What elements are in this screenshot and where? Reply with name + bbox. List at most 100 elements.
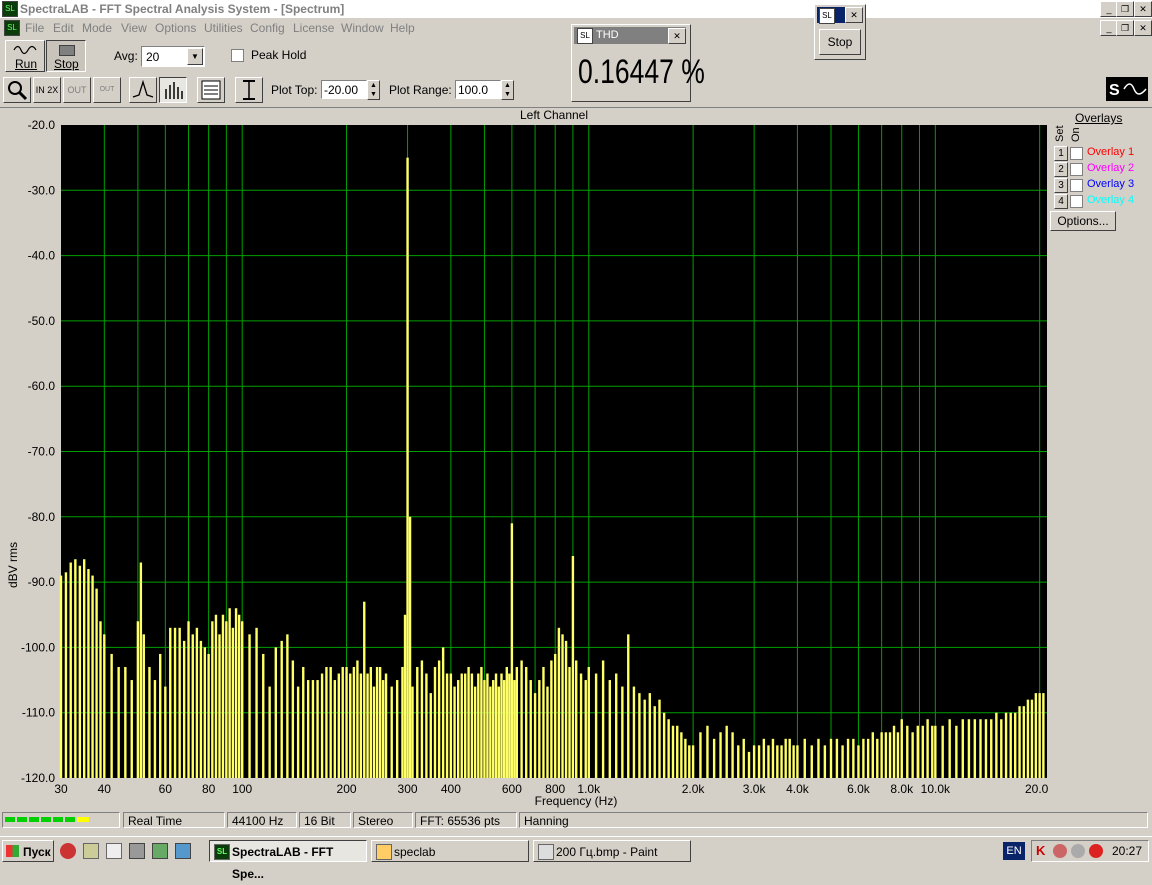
menu-utilities[interactable]: Utilities (204, 21, 243, 35)
avg-value: 20 (146, 50, 160, 64)
zoom-out-button[interactable]: OUT 2X (63, 77, 91, 119)
cursor-button[interactable] (235, 77, 263, 103)
spectrum-bar (508, 673, 511, 778)
spectrum-bar (91, 575, 94, 778)
language-indicator[interactable]: EN (1003, 842, 1025, 860)
menu-help[interactable]: Help (390, 21, 415, 35)
y-tick-label: -40.0 (28, 249, 56, 263)
taskbar: Пуск SL SpectraLAB - FFT Spe... speclab … (0, 836, 1152, 881)
menu-edit[interactable]: Edit (53, 21, 74, 35)
windows-logo-icon (6, 845, 19, 857)
line-mode-button[interactable] (129, 77, 157, 103)
overlay-on-checkbox[interactable] (1070, 179, 1083, 192)
plot-top-spinner[interactable]: ▲ ▼ (367, 80, 380, 100)
thd-close-icon[interactable]: ✕ (668, 28, 686, 44)
document-icon[interactable]: SL (4, 20, 20, 36)
start-button[interactable]: Пуск (2, 840, 54, 862)
spectrum-bar (533, 693, 537, 778)
spectrum-bar (153, 680, 157, 778)
overlay-on-checkbox[interactable] (1070, 147, 1083, 160)
chevron-down-icon[interactable]: ▼ (187, 48, 203, 65)
spectrum-bar (316, 680, 319, 778)
stop-mini-close-icon[interactable]: ✕ (845, 7, 863, 23)
spectralab-task-icon: SL (214, 844, 230, 860)
magnifier-button[interactable] (3, 77, 31, 103)
overlay-set-button[interactable]: 2 (1054, 162, 1068, 177)
peak-hold-checkbox[interactable] (231, 49, 244, 62)
stop-button[interactable]: Stop (46, 40, 86, 72)
doc-close-icon[interactable]: ✕ (1134, 20, 1152, 36)
spectrum-bar (363, 601, 366, 778)
app-quicklaunch-icon[interactable] (83, 843, 99, 859)
network-icon[interactable] (1071, 844, 1085, 858)
spectralab-logo: S (1106, 77, 1148, 101)
overlay-set-button[interactable]: 4 (1054, 194, 1068, 209)
spectrum-bar (401, 666, 404, 778)
language-label: EN (1006, 845, 1022, 857)
spectrum-bar (492, 680, 495, 778)
plot-range-spinner[interactable]: ▲ ▼ (501, 80, 514, 100)
spectrum-bar (784, 738, 787, 778)
overlay-options-button[interactable]: Options... (1050, 211, 1116, 231)
overlay-set-button[interactable]: 3 (1054, 178, 1068, 193)
settings-panel-button[interactable] (197, 77, 225, 103)
spectrum-bar (1034, 693, 1038, 778)
menu-mode[interactable]: Mode (82, 21, 112, 35)
spectrum-bar (248, 634, 251, 778)
bar-mode-button[interactable] (159, 77, 187, 103)
spectrum-bar (169, 627, 172, 778)
spectrum-bar (916, 725, 919, 778)
spectrum-bar (829, 738, 833, 778)
task-spectralab[interactable]: SL SpectraLAB - FFT Spe... (209, 840, 367, 881)
x-tick-label: 6.0k (847, 782, 871, 796)
task-speclab-folder[interactable]: speclab (371, 840, 529, 862)
spectrum-bar (341, 666, 344, 778)
overlay-on-checkbox[interactable] (1070, 163, 1083, 176)
overlay-on-checkbox[interactable] (1070, 195, 1083, 208)
menu-file[interactable]: File (25, 21, 44, 35)
zoom-in-button[interactable]: IN 2X (33, 77, 61, 103)
spectrum-bar (191, 634, 194, 778)
x-tick-label: 2.0k (682, 782, 706, 796)
spectrum-bar (538, 680, 541, 778)
close-icon[interactable]: ✕ (1134, 1, 1152, 17)
tray-app-icon[interactable] (1053, 844, 1067, 858)
spectrum-bar (241, 621, 244, 778)
spectrum-bar (95, 588, 98, 778)
spectrum-bar (477, 673, 480, 778)
antivirus-icon[interactable]: K (1036, 844, 1050, 858)
run-button[interactable]: Run (5, 40, 45, 72)
menu-license[interactable]: License (293, 21, 334, 35)
doc-restore-icon[interactable]: ❐ (1116, 20, 1134, 36)
spectrum-bar (762, 738, 766, 778)
power-icon[interactable] (1089, 844, 1103, 858)
menu-config[interactable]: Config (250, 21, 285, 35)
calendar-icon[interactable] (106, 843, 122, 859)
thd-app-icon: SL (577, 28, 593, 44)
menu-view[interactable]: View (121, 21, 147, 35)
app-icon[interactable]: SL (2, 1, 18, 17)
spectrum-bar (725, 725, 728, 778)
music-icon[interactable] (152, 843, 168, 859)
media-icon[interactable] (129, 843, 145, 859)
spectrum-bar (684, 738, 687, 778)
zoom-full-button[interactable]: OUT FULL (93, 77, 121, 117)
task-paint[interactable]: 200 Гц.bmp - Paint (533, 840, 691, 862)
browser-icon[interactable] (175, 843, 191, 859)
spectrum-bar (59, 575, 63, 778)
spectrum-bar (1013, 712, 1017, 778)
spectrum-bar (857, 745, 860, 778)
y-tick-label: -60.0 (28, 379, 56, 393)
spectrum-plot[interactable]: -20.0 -30.0 -40.0 -50.0 -60.0 -70.0 -80.0 -90.0… (0, 108, 1048, 808)
stop-mini-window[interactable]: SL ✕ Stop (814, 4, 866, 60)
menu-options[interactable]: Options (155, 21, 196, 35)
avg-select[interactable]: 20 ▼ (141, 46, 205, 67)
stop-mini-button[interactable]: Stop (819, 29, 861, 55)
plot-top-input[interactable]: -20.00 (321, 80, 367, 99)
menu-window[interactable]: Window (341, 21, 384, 35)
overlay-set-button[interactable]: 1 (1054, 146, 1068, 161)
plot-range-input[interactable]: 100.0 (455, 80, 501, 99)
opera-icon[interactable] (60, 843, 76, 859)
restore-icon[interactable]: ❐ (1116, 1, 1134, 17)
thd-window[interactable]: SL THD ✕ 0.16447 % (571, 24, 705, 102)
